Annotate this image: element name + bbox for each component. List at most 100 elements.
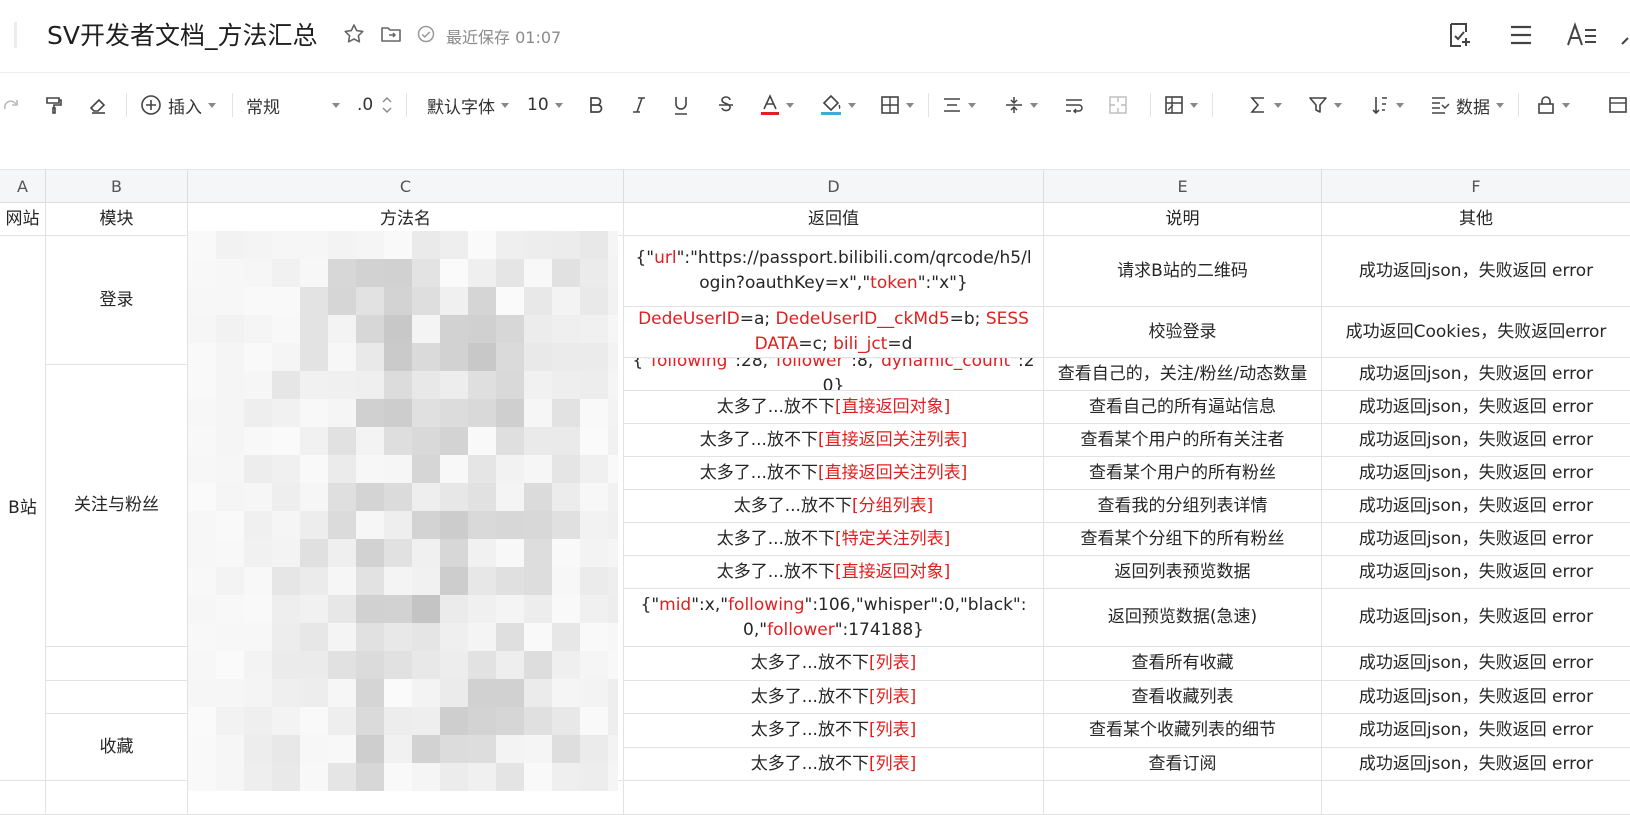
return-value-cell[interactable]: 太多了...放不下[直接返回对象]: [624, 556, 1044, 589]
other-cell[interactable]: 成功返回json，失败返回 error: [1322, 647, 1630, 681]
other-cell[interactable]: 成功返回json，失败返回 error: [1322, 358, 1630, 391]
description-cell[interactable]: 查看订阅: [1044, 748, 1322, 781]
header-cell-desc[interactable]: 说明: [1044, 203, 1322, 236]
module-cell-follow[interactable]: 关注与粉丝: [46, 365, 188, 647]
clear-format-button[interactable]: [88, 73, 108, 137]
return-value-cell[interactable]: 太多了...放不下[列表]: [624, 748, 1044, 781]
other-cell[interactable]: 成功返回json，失败返回 error: [1322, 748, 1630, 781]
lock-button[interactable]: [1536, 73, 1570, 137]
other-cell[interactable]: 成功返回json，失败返回 error: [1322, 714, 1630, 748]
header-cell-return[interactable]: 返回值: [624, 203, 1044, 236]
empty-cell[interactable]: [46, 781, 188, 815]
return-value-cell[interactable]: {"following":28,"follower":8,"dynamic_co…: [624, 358, 1044, 391]
italic-button[interactable]: [630, 73, 648, 137]
text-format-icon[interactable]: [1566, 20, 1598, 50]
empty-cell[interactable]: [624, 781, 1044, 815]
column-header-b[interactable]: B: [46, 170, 188, 203]
other-cell[interactable]: 成功返回json，失败返回 error: [1322, 236, 1630, 307]
decimal-stepper[interactable]: .0: [357, 73, 393, 137]
header-cell-other[interactable]: 其他: [1322, 203, 1630, 236]
number-format-select[interactable]: 常规: [246, 73, 340, 137]
other-cell[interactable]: 成功返回json，失败返回 error: [1322, 556, 1630, 589]
module-cell-empty[interactable]: [46, 647, 188, 681]
star-icon[interactable]: [342, 22, 366, 46]
horizontal-align-button[interactable]: [942, 73, 976, 137]
module-cell-login[interactable]: 登录: [46, 236, 188, 365]
column-header-e[interactable]: E: [1044, 170, 1322, 203]
move-folder-icon[interactable]: [379, 22, 403, 46]
conditional-format-button[interactable]: [1164, 73, 1198, 137]
description-cell[interactable]: 查看某个用户的所有粉丝: [1044, 457, 1322, 490]
vertical-align-button[interactable]: [1004, 73, 1038, 137]
merge-cells-button[interactable]: [1108, 73, 1128, 137]
borders-button[interactable]: [880, 73, 914, 137]
return-value-cell[interactable]: 太多了...放不下[直接返回关注列表]: [624, 424, 1044, 457]
other-cell[interactable]: 成功返回Cookies，失败返回error: [1322, 307, 1630, 358]
more-toolbar-button[interactable]: [1608, 73, 1628, 137]
bold-button[interactable]: [587, 73, 605, 137]
empty-cell[interactable]: [0, 781, 46, 815]
font-size-select[interactable]: 10: [527, 73, 563, 137]
strikethrough-button[interactable]: [716, 73, 736, 137]
menu-list-icon[interactable]: [1506, 20, 1536, 50]
return-value-cell[interactable]: 太多了...放不下[列表]: [624, 681, 1044, 714]
mosaic-tile: [328, 735, 356, 763]
underline-button[interactable]: [672, 73, 690, 137]
formula-bar[interactable]: [0, 137, 1630, 170]
description-cell[interactable]: 查看某个分组下的所有粉丝: [1044, 523, 1322, 556]
other-cell[interactable]: 成功返回json，失败返回 error: [1322, 490, 1630, 523]
description-cell[interactable]: 查看我的分组列表详情: [1044, 490, 1322, 523]
other-cell[interactable]: 成功返回json，失败返回 error: [1322, 457, 1630, 490]
description-cell[interactable]: 返回列表预览数据: [1044, 556, 1322, 589]
return-value-cell[interactable]: DedeUserID=a; DedeUserID__ckMd5=b; SESSD…: [624, 307, 1044, 358]
header-cell-site[interactable]: 网站: [0, 203, 46, 236]
redo-button[interactable]: [2, 73, 20, 137]
insert-button[interactable]: 插入: [140, 73, 216, 137]
other-cell[interactable]: 成功返回json，失败返回 error: [1322, 681, 1630, 714]
return-value-cell[interactable]: {"mid":x,"following":106,"whisper":0,"bl…: [624, 589, 1044, 647]
return-value-cell[interactable]: 太多了...放不下[直接返回对象]: [624, 391, 1044, 424]
other-cell[interactable]: 成功返回json，失败返回 error: [1322, 424, 1630, 457]
description-cell[interactable]: 校验登录: [1044, 307, 1322, 358]
other-cell[interactable]: 成功返回json，失败返回 error: [1322, 391, 1630, 424]
document-title[interactable]: SV开发者文档_方法汇总: [47, 16, 317, 52]
empty-cell[interactable]: [1322, 781, 1630, 815]
sum-button[interactable]: [1248, 73, 1282, 137]
description-cell[interactable]: 查看自己的所有逼站信息: [1044, 391, 1322, 424]
font-family-select[interactable]: 默认字体: [427, 73, 509, 137]
column-header-f[interactable]: F: [1322, 170, 1630, 203]
edit-document-icon[interactable]: [1446, 20, 1476, 50]
font-color-button[interactable]: [760, 73, 794, 137]
description-cell[interactable]: 查看某个收藏列表的细节: [1044, 714, 1322, 748]
sort-button[interactable]: [1370, 73, 1404, 137]
header-cell-module[interactable]: 模块: [46, 203, 188, 236]
fill-color-button[interactable]: [820, 73, 856, 137]
format-painter-button[interactable]: [44, 73, 64, 137]
description-cell[interactable]: 查看某个用户的所有关注者: [1044, 424, 1322, 457]
return-value-cell[interactable]: 太多了...放不下[列表]: [624, 647, 1044, 681]
column-header-d[interactable]: D: [624, 170, 1044, 203]
empty-cell[interactable]: [1044, 781, 1322, 815]
description-cell[interactable]: 查看收藏列表: [1044, 681, 1322, 714]
column-header-c[interactable]: C: [188, 170, 624, 203]
return-value-cell[interactable]: {"url":"https://passport.bilibili.com/qr…: [624, 236, 1044, 307]
description-cell[interactable]: 请求B站的二维码: [1044, 236, 1322, 307]
description-cell[interactable]: 查看自己的，关注/粉丝/动态数量: [1044, 358, 1322, 391]
mosaic-tile: [216, 231, 244, 259]
return-value-cell[interactable]: 太多了...放不下[直接返回关注列表]: [624, 457, 1044, 490]
other-cell[interactable]: 成功返回json，失败返回 error: [1322, 523, 1630, 556]
column-header-a[interactable]: A: [0, 170, 46, 203]
description-cell[interactable]: 返回预览数据(急速): [1044, 589, 1322, 647]
wrap-text-button[interactable]: [1064, 73, 1084, 137]
module-cell-fav[interactable]: 收藏: [46, 714, 188, 781]
description-cell[interactable]: 查看所有收藏: [1044, 647, 1322, 681]
filter-button[interactable]: [1308, 73, 1342, 137]
return-value-cell[interactable]: 太多了...放不下[分组列表]: [624, 490, 1044, 523]
return-value-cell[interactable]: 太多了...放不下[列表]: [624, 714, 1044, 748]
data-menu-button[interactable]: 数据: [1430, 73, 1504, 137]
overflow-icon[interactable]: [1620, 20, 1630, 50]
return-value-cell[interactable]: 太多了...放不下[特定关注列表]: [624, 523, 1044, 556]
other-cell[interactable]: 成功返回json，失败返回 error: [1322, 589, 1630, 647]
site-cell-bzhan[interactable]: B站: [0, 236, 46, 781]
module-cell-empty[interactable]: [46, 681, 188, 714]
